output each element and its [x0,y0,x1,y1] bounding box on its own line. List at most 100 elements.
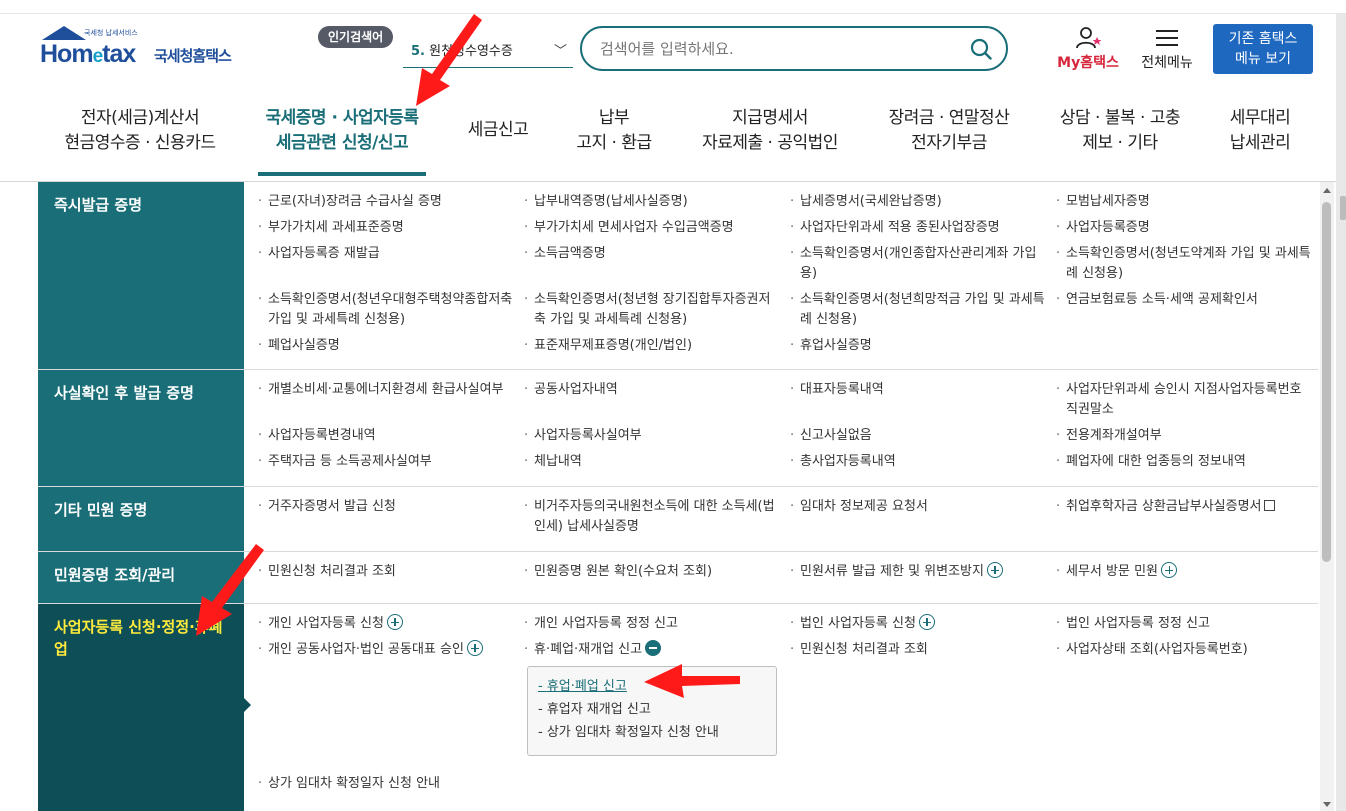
gnb-payment-statement[interactable]: 지급명세서 자료제출 · 공익법인 [694,106,846,166]
section-links: 민원신청 처리결과 조회 민원증명 원본 확인(수요처 조회) 민원서류 발급 … [244,552,1318,603]
plus-circle-icon[interactable] [986,562,1003,578]
menu-link[interactable]: 소득확인증명서(청년도약계좌 가입 및 과세특례 신청용) [1056,244,1318,284]
submenu-link-reopen[interactable]: - 휴업자 재개업 신고 [538,698,766,721]
menu-link[interactable]: 대표자등록내역 [790,380,1056,420]
scroll-up-arrow-icon[interactable] [1323,188,1331,193]
menu-link[interactable]: 사업자단위과세 적용 종된사업장증명 [790,218,1056,238]
menu-link[interactable]: 개별소비세·교통에너지환경세 환급사실여부 [258,380,524,420]
plus-circle-icon[interactable] [918,614,935,630]
section-links: 개별소비세·교통에너지환경세 환급사실여부 공동사업자내역 대표자등록내역 사업… [244,370,1318,486]
menu-link[interactable]: 사업자단위과세 승인시 지점사업자등록번호 직권말소 [1056,380,1318,420]
menu-link[interactable]: 민원신청 처리결과 조회 [258,562,524,582]
menu-link-expanded[interactable]: 휴·폐업·재개업 신고 [524,640,790,660]
menu-link[interactable]: 표준재무제표증명(개인/법인) [524,336,790,356]
menu-link[interactable]: 민원증명 원본 확인(수요처 조회) [524,562,790,582]
menu-link-expandable[interactable]: 세무서 방문 민원 [1056,562,1318,582]
menu-link[interactable]: 비거주자등의국내원천소득에 대한 소득세(법인세) 납세사실증명 [524,497,790,537]
gnb-payment[interactable]: 납부 고지 · 환급 [570,106,658,166]
menu-link[interactable]: 휴업사실증명 [790,336,1056,356]
gnb-tax-return[interactable]: 세금신고 [462,118,534,178]
section-verified-certificates: 사실확인 후 발급 증명 개별소비세·교통에너지환경세 환급사실여부 공동사업자… [38,370,1318,487]
menu-link[interactable]: 사업자등록증명 [1056,218,1318,238]
scroll-thumb[interactable] [1322,202,1331,562]
section-links: 거주자증명서 발급 신청 비거주자등의국내원천소득에 대한 소득세(법인세) 납… [244,487,1318,551]
menu-link[interactable]: 체납내역 [524,452,790,472]
menu-link-expandable[interactable]: 법인 사업자등록 신청 [790,614,1056,634]
menu-link[interactable]: 사업자상태 조회(사업자등록번호) [1056,640,1318,660]
menu-link[interactable]: 주택자금 등 소득공제사실여부 [258,452,524,472]
window-top-edge [0,0,1346,14]
side-tab-handle[interactable] [1340,196,1346,220]
menu-link[interactable]: 납세증명서(국세완납증명) [790,192,1056,212]
menu-link[interactable]: 부가가치세 면세사업자 수입금액증명 [524,218,790,238]
gnb-incentive-yearend[interactable]: 장려금 · 연말정산 전자기부금 [882,106,1016,166]
menu-link-expandable[interactable]: 개인 사업자등록 신청 [258,614,524,634]
menu-link[interactable]: 연금보험료등 소득·세액 공제확인서 [1056,290,1318,330]
menu-link[interactable]: 부가가치세 과세표준증명 [258,218,524,238]
menu-link[interactable]: 전용계좌개설여부 [1056,426,1318,446]
menu-link[interactable]: 소득금액증명 [524,244,790,284]
closure-submenu: - 휴업·폐업 신고 - 휴업자 재개업 신고 - 상가 임대차 확정일자 신청… [527,666,777,756]
menu-link[interactable]: 총사업자등록내역 [790,452,1056,472]
menu-link[interactable]: 신고사실없음 [790,426,1056,446]
window-right-edge [1336,14,1346,811]
menu-link[interactable]: 사업자등록증 재발급 [258,244,524,284]
menu-link[interactable]: 모범납세자증명 [1056,192,1318,212]
menu-link[interactable]: 법인 사업자등록 정정 신고 [1056,614,1318,634]
section-certificate-inquiry: 민원증명 조회/관리 민원신청 처리결과 조회 민원증명 원본 확인(수요처 조… [38,552,1318,604]
menu-link[interactable]: 임대차 정보제공 요청서 [790,497,1056,537]
menu-link[interactable]: 공동사업자내역 [524,380,790,420]
hamburger-icon [1156,30,1178,46]
gnb-certificate-registration[interactable]: 국세증명 · 사업자등록 세금관련 신청/신고 [258,106,426,176]
popular-search-select[interactable]: 5. 원천징수영수증 ﹀ [403,38,573,68]
search-icon[interactable] [970,38,992,60]
user-icon [1076,27,1102,49]
menu-link-expandable[interactable]: 민원서류 발급 제한 및 위변조방지 [790,562,1056,582]
minus-circle-icon[interactable] [645,640,662,656]
menu-link[interactable]: 폐업사실증명 [258,336,524,356]
menu-link-expandable[interactable]: 개인 공동사업자·법인 공동대표 승인 [258,640,524,660]
gnb-consult-appeal[interactable]: 상담 · 불복 · 고충 제보 · 기타 [1052,106,1188,166]
section-title: 민원증명 조회/관리 [38,552,244,603]
search-input[interactable] [600,37,960,61]
menu-link[interactable]: 사업자등록사실여부 [524,426,790,446]
menu-link[interactable]: 소득확인증명서(청년희망적금 가입 및 과세특례 신청용) [790,290,1056,330]
section-instant-certificates: 즉시발급 증명 근로(자녀)장려금 수급사실 증명 납부내역증명(납세사실증명)… [38,182,1318,370]
plus-circle-icon[interactable] [1161,562,1177,578]
plus-circle-icon[interactable] [386,614,403,630]
submenu-link-closure-report[interactable]: - 휴업·폐업 신고 [538,675,766,698]
popular-rank: 5. [411,44,425,59]
old-hometax-line1: 기존 홈택스 [1228,31,1298,47]
menu-link[interactable]: 소득확인증명서(개인종합자산관리계좌 가입용) [790,244,1056,284]
old-hometax-menu-button[interactable]: 기존 홈택스 메뉴 보기 [1213,24,1313,74]
menu-link[interactable]: 폐업자에 대한 업종등의 정보내역 [1056,452,1318,472]
my-hometax-label: My홈택스 [1057,55,1119,71]
menu-link[interactable]: 민원신청 처리결과 조회 [790,640,1056,660]
menu-link[interactable]: 소득확인증명서(청년형 장기집합투자증권저축 가입 및 과세특례 신청용) [524,290,790,330]
submenu-link-lease-date[interactable]: - 상가 임대차 확정일자 신청 안내 [538,721,766,744]
plus-circle-icon[interactable] [466,640,483,656]
external-link-icon [1263,500,1275,511]
popular-search-badge: 인기검색어 [318,26,394,48]
all-menu-button[interactable]: 전체메뉴 [1136,26,1198,76]
logo-wordmark: Hometax [40,40,136,68]
menu-link[interactable]: 상가 임대차 확정일자 신청 안내 [258,774,524,794]
menu-link[interactable]: 사업자등록변경내역 [258,426,524,446]
menu-link[interactable]: 거주자증명서 발급 신청 [258,497,524,537]
vertical-scrollbar[interactable] [1320,182,1334,811]
menu-link[interactable]: 개인 사업자등록 정정 신고 [524,614,790,634]
section-other-certificates: 기타 민원 증명 거주자증명서 발급 신청 비거주자등의국내원천소득에 대한 소… [38,487,1318,552]
menu-link[interactable]: 근로(자녀)장려금 수급사실 증명 [258,192,524,212]
all-menu-label: 전체메뉴 [1141,55,1193,71]
house-roof-icon [42,26,86,40]
gnb-tax-agent[interactable]: 세무대리 납세관리 [1220,106,1300,166]
my-hometax-button[interactable]: My홈택스 [1052,26,1124,76]
menu-link-with-external[interactable]: 취업후학자금 상환금납부사실증명서 [1056,497,1318,537]
hometax-logo[interactable]: 국세청 납세서비스 Hometax 국세청홈택스 [40,26,260,74]
gnb-einvoice[interactable]: 전자(세금)계산서 현금영수증 · 신용카드 [60,106,220,166]
menu-link[interactable]: 납부내역증명(납세사실증명) [524,192,790,212]
scroll-down-arrow-icon[interactable] [1323,802,1331,807]
old-hometax-line2: 메뉴 보기 [1235,51,1291,67]
menu-link[interactable]: 소득확인증명서(청년우대형주택청약종합저축 가입 및 과세특례 신청용) [258,290,524,330]
chevron-down-icon: ﹀ [553,44,567,59]
